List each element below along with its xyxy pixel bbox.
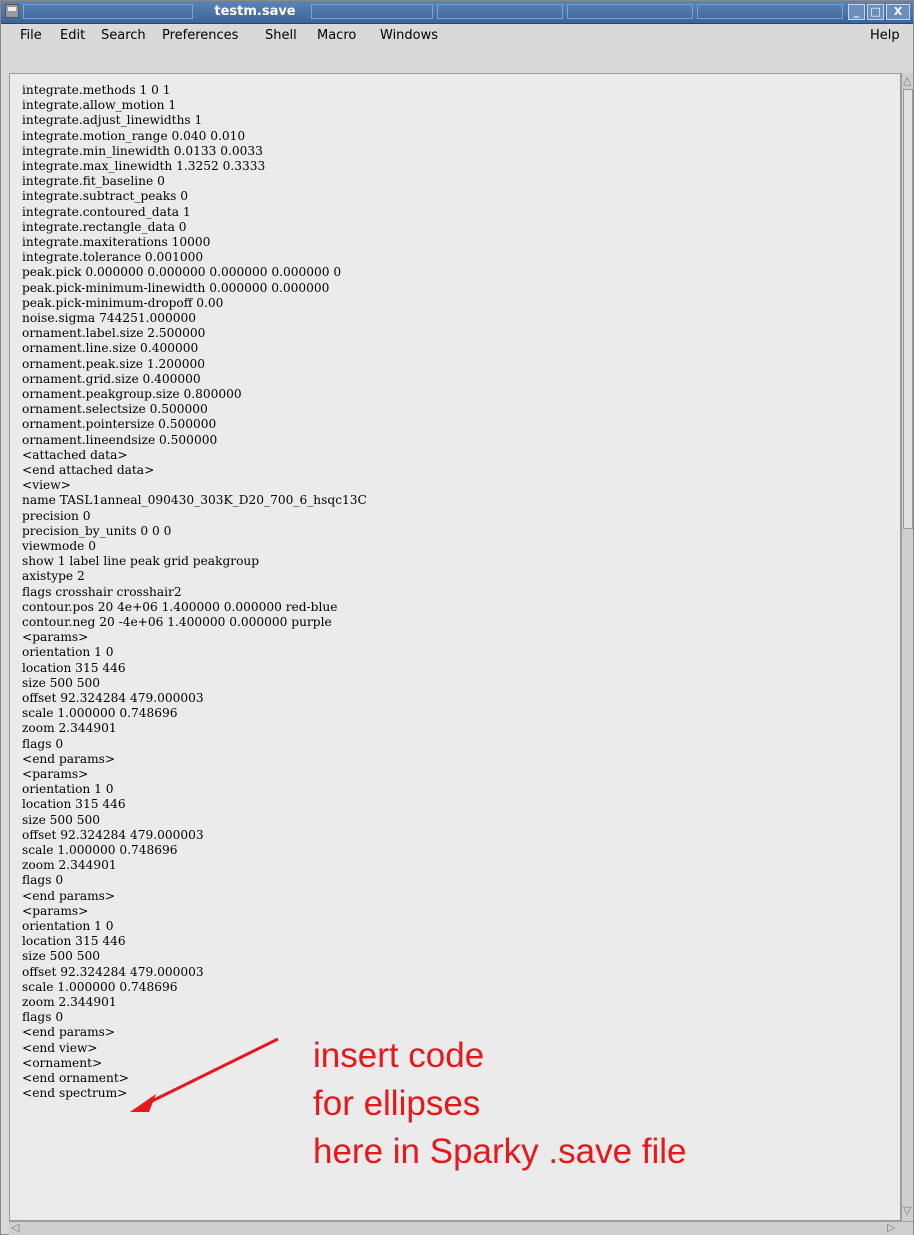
file-line: precision 0 [22, 508, 91, 523]
file-line: flags 0 [22, 1010, 64, 1025]
title-bar[interactable]: testm.save _ □ X [1, 1, 913, 24]
scroll-down-icon[interactable]: ▽ [903, 1205, 911, 1217]
window-title: testm.save [214, 4, 296, 19]
file-line: offset 92.324284 479.000003 [22, 964, 204, 979]
file-line: precision_by_units 0 0 0 [22, 523, 172, 538]
file-line: ornament.grid.size 0.400000 [22, 371, 201, 386]
file-line: zoom 2.344901 [22, 721, 117, 736]
file-line: flags crosshair crosshair2 [22, 584, 182, 599]
file-line: size 500 500 [22, 949, 101, 964]
menu-macro[interactable]: Macro [317, 28, 356, 43]
file-line: ornament.peakgroup.size 0.800000 [22, 387, 242, 401]
file-line: integrate.allow_motion 1 [22, 98, 177, 113]
vertical-scrollbar[interactable]: △ ▽ [901, 73, 913, 1221]
file-line: contour.pos 20 4e+06 1.400000 0.000000 r… [22, 599, 338, 614]
file-line: <params> [22, 903, 89, 918]
file-line: <end spectrum> [22, 1086, 128, 1101]
file-line: scale 1.000000 0.748696 [22, 979, 178, 994]
title-bar-segment [697, 4, 843, 19]
file-line: size 500 500 [22, 675, 101, 690]
file-line: ornament.peak.size 1.200000 [22, 356, 206, 371]
file-line: name TASL1anneal_090430_303K_D20_700_6_h… [22, 493, 367, 508]
file-line: integrate.methods 1 0 1 [22, 83, 171, 97]
file-line: ornament.line.size 0.400000 [22, 341, 199, 356]
file-line: scale 1.000000 0.748696 [22, 843, 178, 857]
file-line: <params> [22, 767, 89, 781]
file-line: ornament.label.size 2.500000 [22, 326, 206, 341]
file-line: integrate.tolerance 0.001000 [22, 250, 204, 265]
file-line: size 500 500 [22, 812, 101, 827]
file-line: offset 92.324284 479.000003 [22, 827, 204, 842]
file-line: <end params> [22, 888, 116, 903]
file-line: offset 92.324284 479.000003 [22, 691, 204, 705]
vertical-scroll-thumb[interactable] [903, 89, 913, 529]
file-line: integrate.fit_baseline 0 [22, 174, 165, 189]
file-line: noise.sigma 744251.000000 [22, 311, 196, 325]
scroll-up-icon[interactable]: △ [903, 75, 911, 87]
file-line: integrate.rectangle_data 0 [22, 219, 187, 234]
file-line: <end view> [22, 1040, 98, 1055]
horizontal-scrollbar[interactable]: ◁ ▷ [9, 1221, 913, 1235]
file-line: ornament.selectsize 0.500000 [22, 402, 208, 417]
file-line: integrate.min_linewidth 0.0133 0.0033 [22, 143, 263, 158]
file-line: scale 1.000000 0.748696 [22, 706, 178, 721]
file-line: zoom 2.344901 [22, 858, 117, 873]
file-line: <params> [22, 630, 89, 645]
menu-file[interactable]: File [20, 28, 42, 43]
file-line: location 315 446 [22, 660, 126, 675]
annotation-text: insert code for ellipses here in Sparky … [313, 1036, 687, 1171]
file-line: integrate.contoured_data 1 [22, 204, 191, 219]
file-line: ornament.pointersize 0.500000 [22, 417, 217, 432]
file-line: integrate.motion_range 0.040 0.010 [22, 128, 246, 143]
file-line: <view> [22, 478, 71, 493]
menu-bar: File Edit Search Preferences Shell Macro… [4, 25, 910, 45]
file-line: orientation 1 0 [22, 782, 114, 797]
minimize-icon[interactable]: _ [848, 4, 865, 20]
title-bar-segment [567, 4, 693, 19]
file-line: flags 0 [22, 736, 64, 751]
menu-preferences[interactable]: Preferences [162, 28, 238, 43]
menu-windows[interactable]: Windows [380, 28, 438, 43]
file-line: integrate.maxiterations 10000 [22, 235, 211, 249]
menu-edit[interactable]: Edit [60, 28, 85, 43]
file-line: zoom 2.344901 [22, 995, 117, 1009]
file-line: <end ornament> [22, 1071, 129, 1085]
file-line: axistype 2 [22, 569, 85, 584]
file-line: integrate.subtract_peaks 0 [22, 189, 188, 204]
menu-search[interactable]: Search [101, 28, 146, 43]
file-line: peak.pick 0.000000 0.000000 0.000000 0.0… [22, 265, 342, 280]
file-line: peak.pick-minimum-dropoff 0.00 [22, 295, 224, 310]
menu-shell[interactable]: Shell [265, 28, 297, 43]
file-line: flags 0 [22, 873, 64, 888]
file-line: contour.neg 20 -4e+06 1.400000 0.000000 … [22, 615, 332, 629]
file-line: location 315 446 [22, 934, 126, 949]
close-icon[interactable]: X [886, 4, 910, 20]
file-line: integrate.adjust_linewidths 1 [22, 113, 203, 128]
file-line: orientation 1 0 [22, 645, 114, 660]
file-line: integrate.max_linewidth 1.3252 0.3333 [22, 159, 266, 173]
file-line: <end params> [22, 1025, 116, 1040]
file-line: <end attached data> [22, 463, 155, 477]
title-bar-segment [437, 4, 563, 19]
file-line: <attached data> [22, 447, 128, 462]
file-line: <ornament> [22, 1055, 103, 1070]
maximize-icon[interactable]: □ [867, 4, 884, 20]
file-line: ornament.lineendsize 0.500000 [22, 432, 218, 447]
title-bar-segment [311, 4, 433, 19]
file-line: orientation 1 0 [22, 919, 114, 933]
file-line: viewmode 0 [22, 539, 96, 553]
file-line: show 1 label line peak grid peakgroup [22, 554, 260, 569]
scroll-left-icon[interactable]: ◁ [11, 1222, 19, 1234]
file-line: location 315 446 [22, 797, 126, 812]
scroll-right-icon[interactable]: ▷ [887, 1222, 895, 1234]
file-line: peak.pick-minimum-linewidth 0.000000 0.0… [22, 280, 330, 295]
app-icon[interactable] [5, 4, 19, 18]
file-line: <end params> [22, 751, 116, 766]
menu-help[interactable]: Help [870, 28, 900, 43]
title-bar-segment [23, 4, 193, 19]
